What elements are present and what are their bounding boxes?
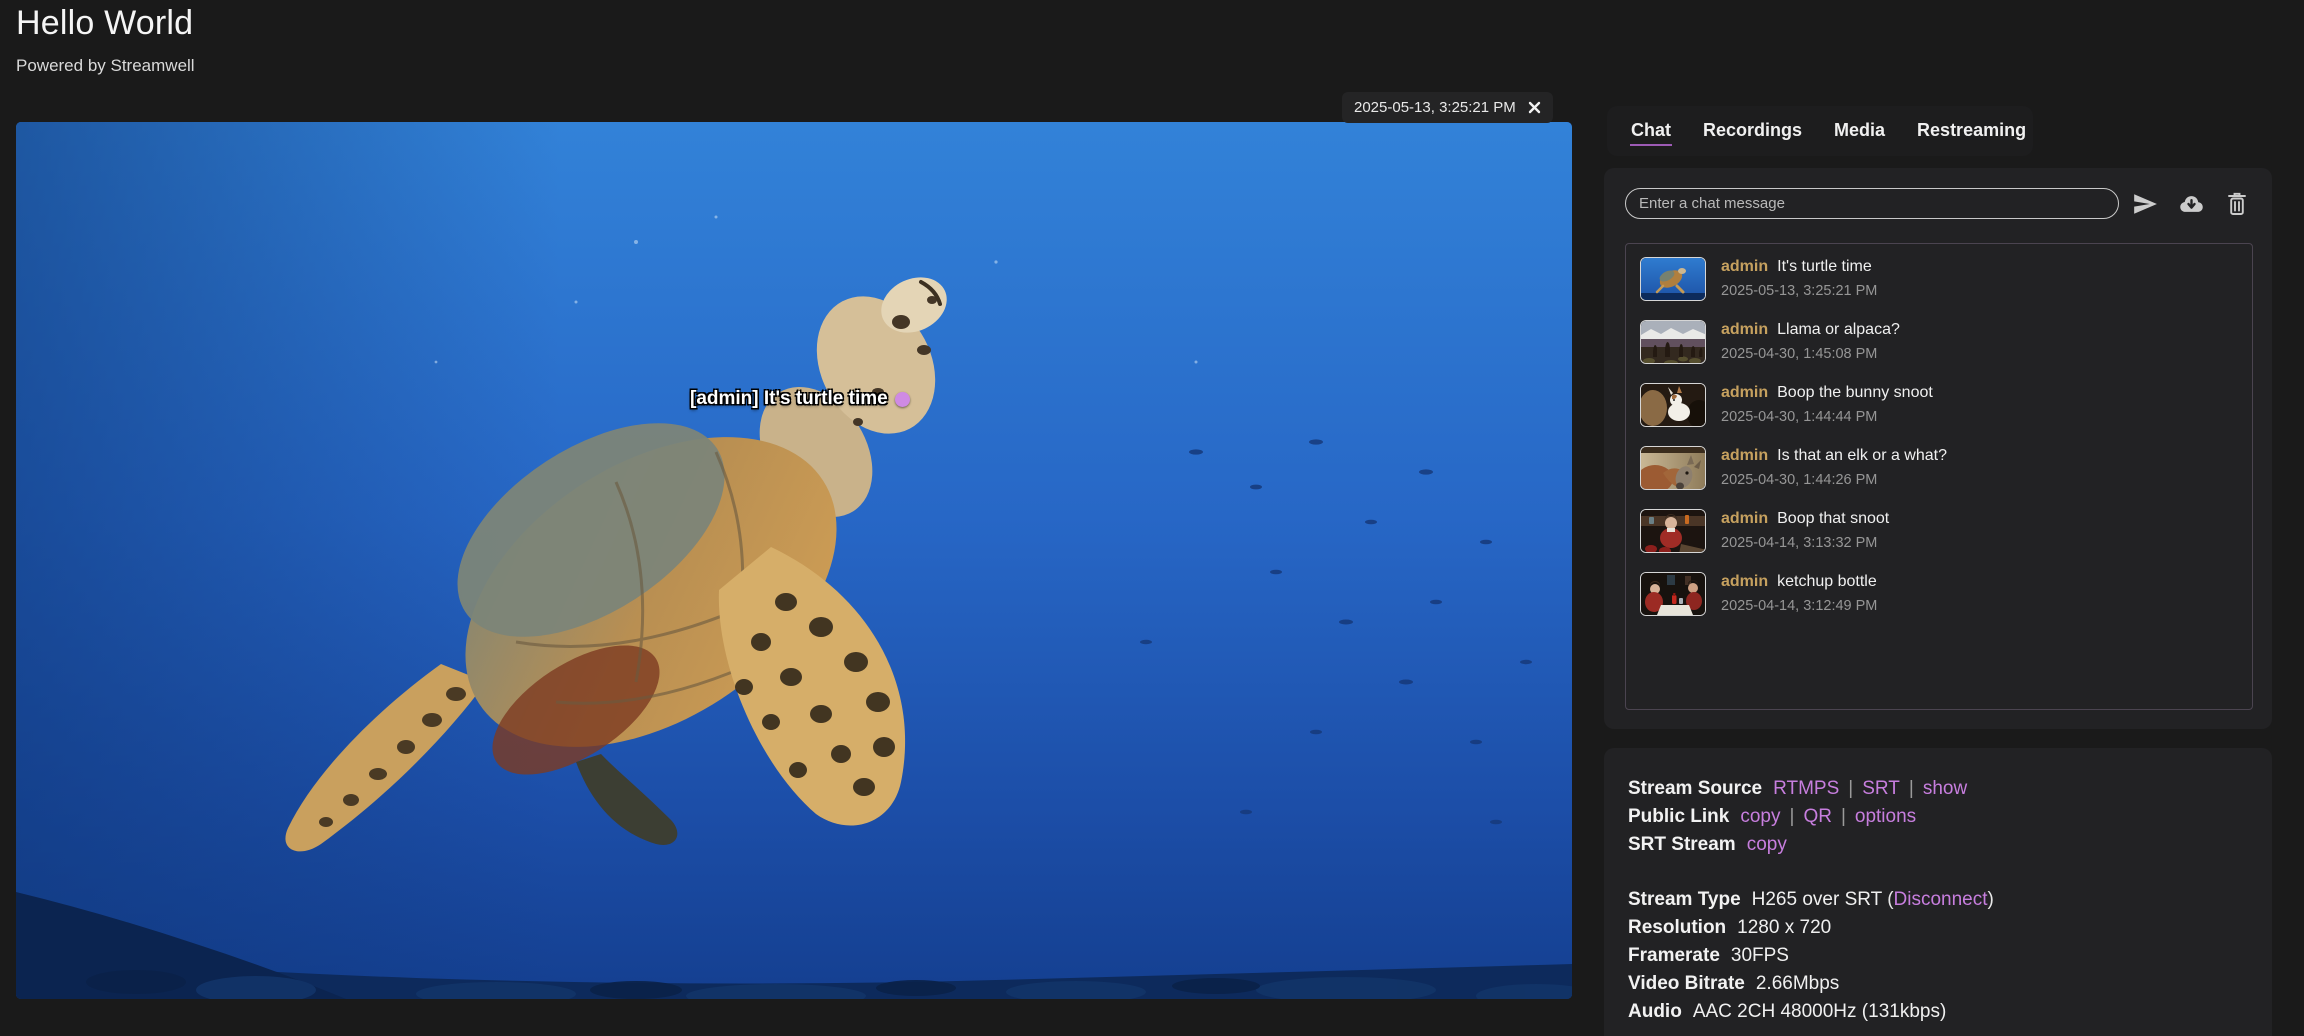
chat-row[interactable]: admin Is that an elk or a what? 2025-04-3…: [1640, 446, 2252, 490]
separator: |: [1841, 806, 1846, 827]
chat-message-text: Boop that snoot: [1777, 510, 1889, 527]
chat-username: admin: [1721, 573, 1768, 590]
chat-row[interactable]: admin It's turtle time 2025-05-13, 3:25:2…: [1640, 257, 2252, 301]
audio-row: Audio AAC 2CH 48000Hz (131kbps): [1628, 998, 2248, 1026]
stream-info-group: Stream TypeH265 over SRT (Disconnect) Re…: [1628, 886, 2248, 1026]
resolution-row: Resolution 1280 x 720: [1628, 914, 2248, 942]
audio-label: Audio: [1628, 1001, 1682, 1022]
tab-media[interactable]: Media: [1833, 117, 1886, 146]
public-link-label: Public Link: [1628, 806, 1729, 827]
framerate-label: Framerate: [1628, 945, 1720, 966]
page-title: Hello World: [16, 4, 193, 43]
disconnect-link[interactable]: Disconnect: [1894, 889, 1988, 910]
srt-link[interactable]: SRT: [1862, 778, 1900, 799]
stream-source-row: Stream Source RTMPS | SRT | show: [1628, 775, 2248, 803]
thumbnail-elk[interactable]: [1640, 446, 1706, 490]
video-player[interactable]: [admin] It's turtle time: [16, 122, 1572, 999]
thumbnail-diner-table[interactable]: [1640, 572, 1706, 616]
send-icon[interactable]: [2132, 191, 2158, 222]
chat-message-text: Is that an elk or a what?: [1777, 447, 1947, 464]
paren: ): [1988, 889, 1994, 910]
thumbnail-llama-herd[interactable]: [1640, 320, 1706, 364]
tab-restreaming[interactable]: Restreaming: [1916, 117, 2027, 146]
video-bitrate-value: 2.66Mbps: [1756, 973, 1839, 994]
framerate-value: 30FPS: [1731, 945, 1789, 966]
close-icon[interactable]: [1528, 101, 1541, 114]
resolution-label: Resolution: [1628, 917, 1726, 938]
rtmps-link[interactable]: RTMPS: [1773, 778, 1839, 799]
stream-type-value: H265 over SRT: [1752, 889, 1882, 910]
chat-username: admin: [1721, 384, 1768, 401]
chat-message-list[interactable]: admin It's turtle time 2025-05-13, 3:25:2…: [1625, 243, 2253, 710]
panel-tabbar: Chat Recordings Media Restreaming: [1607, 106, 2033, 156]
show-link[interactable]: show: [1923, 778, 1967, 799]
stream-type-label: Stream Type: [1628, 889, 1741, 910]
copy-public-link[interactable]: copy: [1740, 806, 1780, 827]
tab-chat[interactable]: Chat: [1630, 117, 1672, 146]
thumbnail-diner-person[interactable]: [1640, 509, 1706, 553]
page-subtitle: Powered by Streamwell: [16, 56, 195, 76]
chat-message-text: It's turtle time: [1777, 258, 1872, 275]
framerate-row: Framerate 30FPS: [1628, 942, 2248, 970]
srt-stream-row: SRT Stream copy: [1628, 831, 2248, 859]
chat-username: admin: [1721, 321, 1768, 338]
copy-srt-link[interactable]: copy: [1747, 834, 1787, 855]
purple-circle-emoji: [895, 392, 910, 407]
qr-link[interactable]: QR: [1803, 806, 1832, 827]
separator: |: [1909, 778, 1914, 799]
video-bitrate-label: Video Bitrate: [1628, 973, 1745, 994]
chat-panel: admin It's turtle time 2025-05-13, 3:25:2…: [1604, 168, 2272, 729]
chat-message-text: Llama or alpaca?: [1777, 321, 1900, 338]
video-bitrate-row: Video Bitrate 2.66Mbps: [1628, 970, 2248, 998]
separator: |: [1790, 806, 1795, 827]
stream-source-label: Stream Source: [1628, 778, 1762, 799]
chat-row[interactable]: admin Boop that snoot 2025-04-14, 3:13:32…: [1640, 509, 2252, 553]
chat-message-text: Boop the bunny snoot: [1777, 384, 1933, 401]
chat-message-text: ketchup bottle: [1777, 573, 1877, 590]
chat-timestamp: 2025-04-14, 3:13:32 PM: [1721, 535, 1889, 551]
resolution-value: 1280 x 720: [1737, 917, 1831, 938]
chat-timestamp: 2025-05-13, 3:25:21 PM: [1721, 283, 1877, 299]
thumbnail-bunny[interactable]: [1640, 383, 1706, 427]
stream-timestamp-badge: 2025-05-13, 3:25:21 PM: [1342, 92, 1553, 123]
stream-timestamp: 2025-05-13, 3:25:21 PM: [1354, 99, 1516, 116]
options-link[interactable]: options: [1855, 806, 1916, 827]
separator: |: [1848, 778, 1853, 799]
trash-icon[interactable]: [2225, 191, 2249, 222]
chat-row[interactable]: admin Boop the bunny snoot 2025-04-30, 1:…: [1640, 383, 2252, 427]
chat-timestamp: 2025-04-30, 1:45:08 PM: [1721, 346, 1900, 362]
download-icon[interactable]: [2178, 191, 2205, 223]
chat-row[interactable]: admin Llama or alpaca? 2025-04-30, 1:45:0…: [1640, 320, 2252, 364]
app-root: Hello World Powered by Streamwell 2025-0…: [0, 0, 2304, 1036]
chat-username: admin: [1721, 447, 1768, 464]
chat-row[interactable]: admin ketchup bottle 2025-04-14, 3:12:49 …: [1640, 572, 2252, 616]
video-chat-overlay: [admin] It's turtle time: [690, 388, 910, 410]
public-link-row: Public Link copy | QR | options: [1628, 803, 2248, 831]
audio-value: AAC 2CH 48000Hz (131kbps): [1693, 1001, 1946, 1022]
chat-message-input[interactable]: [1625, 188, 2119, 219]
chat-username: admin: [1721, 510, 1768, 527]
thumbnail-sea-turtle[interactable]: [1640, 257, 1706, 301]
stream-type-row: Stream TypeH265 over SRT (Disconnect): [1628, 886, 2248, 914]
chat-timestamp: 2025-04-14, 3:12:49 PM: [1721, 598, 1877, 614]
chat-username: admin: [1721, 258, 1768, 275]
tab-recordings[interactable]: Recordings: [1702, 117, 1803, 146]
ocean-turtle-scene: [16, 122, 1572, 999]
srt-stream-label: SRT Stream: [1628, 834, 1736, 855]
overlay-message: [admin] It's turtle time: [690, 388, 888, 410]
stream-settings-panel: Stream SourceRTMPS|SRT|show Public Linkc…: [1604, 748, 2272, 1036]
chat-timestamp: 2025-04-30, 1:44:44 PM: [1721, 409, 1933, 425]
chat-timestamp: 2025-04-30, 1:44:26 PM: [1721, 472, 1947, 488]
